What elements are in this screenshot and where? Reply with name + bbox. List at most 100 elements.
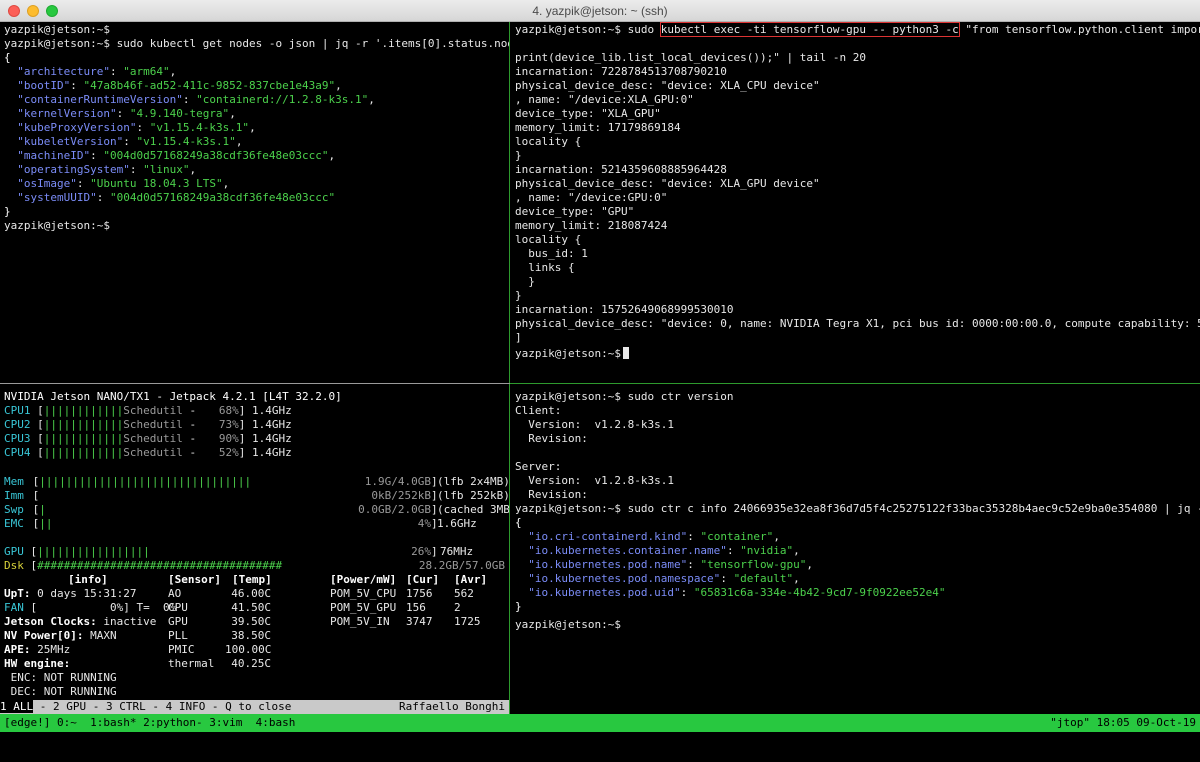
- gpu-row: GPU [|||||||||||||||||: [4, 545, 150, 558]
- json-entry: "io.kubernetes.container.name": "nvidia"…: [528, 544, 800, 557]
- disk-row: Dsk [###################################…: [4, 559, 283, 572]
- sensor-temp: 40.25C: [231, 657, 271, 670]
- json-key: "io.kubernetes.pod.name": [528, 558, 688, 571]
- json-entry: "operatingSystem": "linux",: [17, 163, 197, 176]
- json-entry: "systemUUID": "004d0d57168249a38cdf36fe4…: [17, 191, 336, 204]
- jtop-menu-bar[interactable]: 1 ALL - 2 GPU - 3 CTRL - 4 INFO - Q to c…: [0, 700, 509, 714]
- json-value: "containerd://1.2.8-k3s.1": [196, 93, 369, 106]
- prompt: yazpik@jetson:~$: [515, 347, 621, 360]
- disk-label: Dsk: [4, 559, 24, 572]
- command-line: yazpik@jetson:~$ sudo ctr c info 2406693…: [515, 502, 1200, 516]
- json-close-brace: }: [4, 205, 11, 218]
- memory-value: 0.0GB/2.0GB: [358, 503, 431, 516]
- json-value: "arm64": [123, 65, 170, 78]
- menu-tab-all[interactable]: 1 ALL: [0, 700, 34, 713]
- cpu-bar-fill: ||||||||||||: [43, 404, 124, 417]
- memory-label: EMC: [4, 517, 24, 530]
- cpu-row: CPU4 [||||||||||||Schedutil - 52%] 1.4GH…: [4, 446, 292, 459]
- info-header: [info]: [68, 573, 108, 586]
- output-line: bus_id: 1: [515, 247, 588, 260]
- cpu-row: CPU3 [||||||||||||Schedutil - 90%] 1.4GH…: [4, 432, 292, 445]
- tmux-window-list[interactable]: [edge!] 0:~ 1:bash* 2:python- 3:vim 4:ba…: [4, 715, 295, 731]
- pane-divider-vertical[interactable]: [509, 22, 510, 714]
- cpu-bar-fill: ||||||||||||: [43, 418, 124, 431]
- json-key: "systemUUID": [17, 191, 97, 204]
- memory-row: EMC [||: [4, 517, 53, 530]
- output-line: Client:: [515, 404, 562, 417]
- output-line: physical_device_desc: "device: XLA_GPU d…: [515, 177, 820, 190]
- cpu-bar-fill: ||||||||||||: [43, 446, 124, 459]
- command-line: yazpik@jetson:~$ sudo kubectl get nodes …: [4, 37, 509, 51]
- fan-label: FAN: [4, 601, 24, 614]
- json-value: "tensorflow-gpu": [700, 558, 807, 571]
- pane-divider-horizontal-active: [510, 383, 1200, 384]
- terminal-cursor: [622, 347, 629, 359]
- json-key: "machineID": [17, 149, 91, 162]
- uptime-label: UpT:: [4, 587, 31, 600]
- json-value: "004d0d57168249a38cdf36fe48e03ccc": [103, 149, 329, 162]
- disk-usage: 28.2GB/57.0GB: [418, 559, 505, 572]
- jetson-clocks-value: inactive: [96, 615, 157, 628]
- json-value: "v1.15.4-k3s.1": [136, 135, 236, 148]
- sensor-name: thermal: [168, 657, 215, 670]
- bracket: ]: [431, 489, 438, 502]
- output-line: device_type: "XLA_GPU": [515, 107, 661, 120]
- output-line: incarnation: 7228784513708790210: [515, 65, 727, 78]
- memory-label: Imm: [4, 489, 24, 502]
- uptime-value: 0 days 15:31:27: [30, 587, 137, 600]
- ape-row: APE: 25MHz: [4, 643, 70, 657]
- json-entry: "io.kubernetes.pod.namespace": "default"…: [528, 572, 800, 585]
- window-titlebar[interactable]: 4. yazpik@jetson: ~ (ssh): [0, 0, 1200, 22]
- command-line: yazpik@jetson:~$ sudo ctr version: [515, 390, 734, 404]
- command-text: sudo ctr version: [620, 390, 734, 403]
- cpu-bar-fill: ||||||||||||: [43, 432, 124, 445]
- memory-row: Mem [||||||||||||||||||||||||||||||||: [4, 475, 252, 488]
- power-current: 1756: [406, 587, 433, 600]
- prompt: yazpik@jetson:~$: [515, 390, 621, 403]
- json-entry: "kubeProxyVersion": "v1.15.4-k3s.1",: [17, 121, 256, 134]
- pane-ctr[interactable]: yazpik@jetson:~$ sudo ctr version Client…: [511, 385, 1200, 714]
- bracket: ]: [431, 517, 438, 530]
- nvpower-value: MAXN: [83, 629, 117, 642]
- output-line: locality {: [515, 233, 582, 246]
- gpu-label: GPU: [4, 545, 24, 558]
- memory-bar-fill: |: [39, 503, 46, 516]
- sensor-name: GPU: [168, 615, 188, 628]
- prompt-line: yazpik@jetson:~$: [515, 347, 629, 361]
- temp-header: [Temp]: [232, 573, 272, 586]
- output-line: memory_limit: 17179869184: [515, 121, 681, 134]
- menu-tabs[interactable]: - 2 GPU - 3 CTRL - 4 INFO - Q to close: [33, 700, 292, 713]
- tmux-status-right: "jtop" 18:05 09-Oct-19: [1050, 716, 1196, 729]
- json-key: "operatingSystem": [17, 163, 130, 176]
- cpu-percent: 52%: [218, 446, 239, 459]
- memory-label: Swp: [4, 503, 24, 516]
- power-average: 562: [454, 587, 474, 600]
- sensor-temp: 100.00C: [225, 643, 272, 656]
- json-entry: "io.cri-containerd.kind": "container",: [528, 530, 780, 543]
- power-average: 2: [454, 601, 461, 614]
- json-key: "kernelVersion": [17, 107, 117, 120]
- highlighted-command: kubectl exec -ti tensorflow-gpu -- pytho…: [659, 22, 960, 37]
- cpu-label: CPU1: [4, 404, 31, 417]
- prompt: yazpik@jetson:~$: [515, 502, 621, 515]
- pane-jtop[interactable]: NVIDIA Jetson NANO/TX1 - Jetpack 4.2.1 […: [0, 385, 509, 714]
- output-line: }: [515, 149, 522, 162]
- ape-value: 25MHz: [30, 643, 71, 656]
- pane-kubectl-nodes[interactable]: yazpik@jetson:~$ yazpik@jetson:~$ sudo k…: [0, 22, 509, 383]
- output-line: physical_device_desc: "device: 0, name: …: [515, 317, 1200, 330]
- command-text: sudo kubectl get nodes -o json | jq -r '…: [116, 37, 509, 50]
- cpu-label: CPU4: [4, 446, 31, 459]
- output-line: }: [515, 289, 522, 302]
- output-line: incarnation: 5214359608885964428: [515, 163, 727, 176]
- pane-tensorflow-devices[interactable]: yazpik@jetson:~$ sudo kubectl exec -ti t…: [511, 22, 1200, 383]
- prompt-line: yazpik@jetson:~$: [4, 23, 110, 36]
- bracket: ]: [431, 475, 438, 488]
- json-open-brace: {: [4, 51, 11, 64]
- memory-value: 4%: [417, 517, 431, 530]
- power-header: [Power/mW]: [330, 573, 397, 586]
- cpu-frequency: 1.4GHz: [251, 432, 292, 445]
- json-key: "kubeProxyVersion": [17, 121, 137, 134]
- power-rail-name: POM_5V_IN: [330, 615, 390, 628]
- prompt-line: yazpik@jetson:~$: [4, 219, 110, 232]
- uptime-row: UpT: 0 days 15:31:27: [4, 587, 136, 601]
